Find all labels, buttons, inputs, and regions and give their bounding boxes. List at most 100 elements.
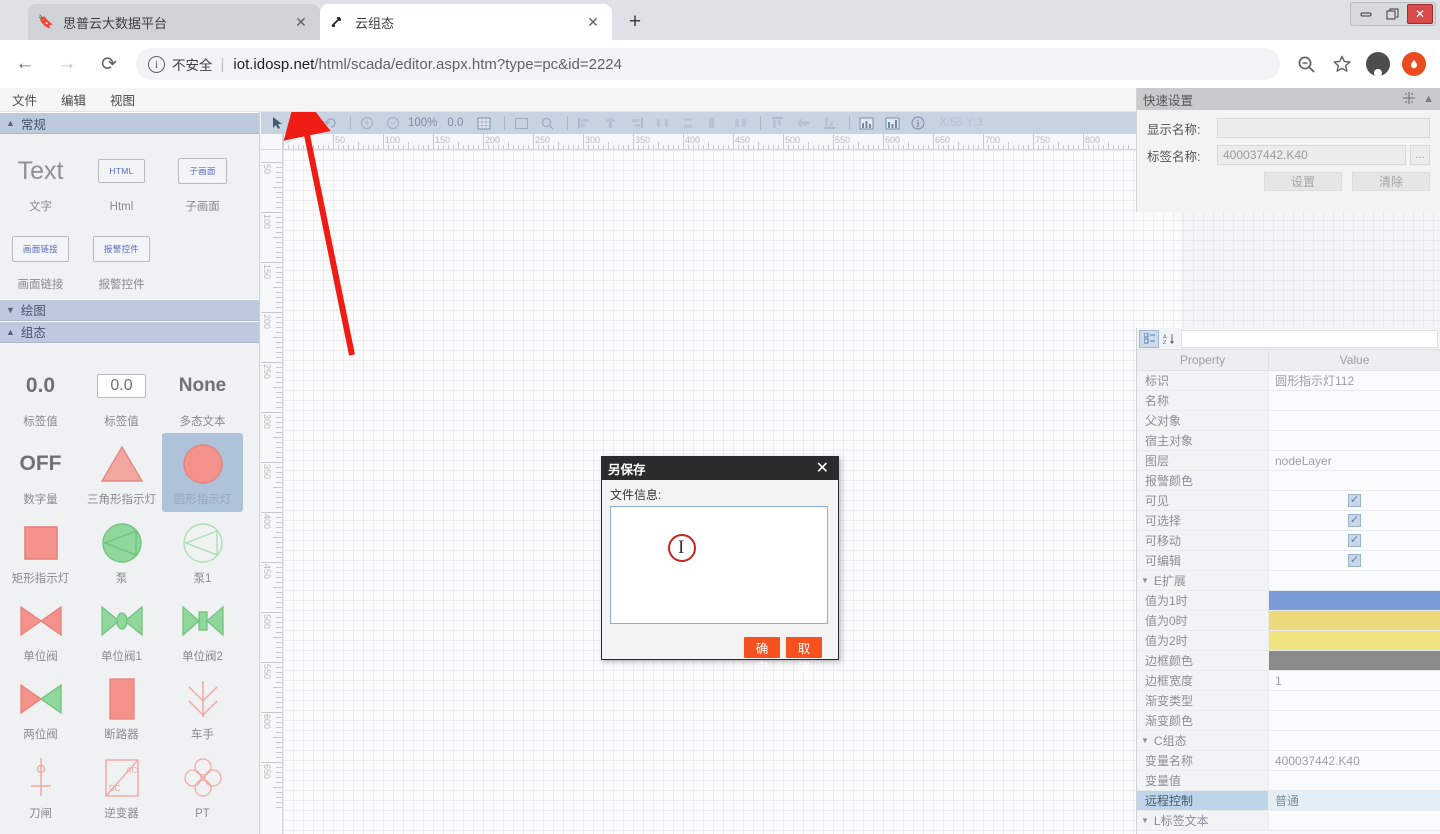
zoom-in-icon[interactable]: + [356, 114, 378, 132]
property-row[interactable]: 值为2时 [1137, 631, 1440, 651]
pointer-icon[interactable] [267, 114, 289, 132]
chart2-icon[interactable] [881, 114, 903, 132]
palette-item-unit-valve[interactable]: 单位阀 [0, 590, 81, 668]
property-row[interactable]: 变量值 [1137, 771, 1440, 791]
palette-item-pump[interactable]: 泵 [81, 512, 162, 590]
palette-item-unit-valve1[interactable]: 单位阀1 [81, 590, 162, 668]
new-tab-button[interactable]: + [620, 8, 650, 36]
color-swatch[interactable] [1269, 631, 1440, 650]
property-value[interactable] [1269, 771, 1440, 790]
property-row[interactable]: 值为0时 [1137, 611, 1440, 631]
palette-item-alarm-widget[interactable]: 报警控件 报警控件 [81, 218, 162, 296]
property-value[interactable]: nodeLayer [1269, 451, 1440, 470]
property-row[interactable]: 宿主对象 [1137, 431, 1440, 451]
palette-item-knife-switch[interactable]: 刀闸 [0, 747, 81, 825]
cut-icon[interactable] [510, 114, 532, 132]
palette-item-triangle-lamp[interactable]: 三角形指示灯 [81, 433, 162, 511]
palette-section-general[interactable]: ▲ 常规 [0, 112, 259, 134]
chevron-down-icon[interactable]: ▼ [1141, 576, 1149, 585]
property-value[interactable]: 1 [1269, 671, 1440, 690]
window-minimize-button[interactable] [1353, 4, 1379, 24]
clear-settings-button[interactable]: 清除 [1352, 172, 1430, 191]
property-row[interactable]: 图层nodeLayer [1137, 451, 1440, 471]
property-row[interactable]: ▼L标签文本 [1137, 811, 1440, 831]
palette-item-multistate-text[interactable]: None 多态文本 [162, 355, 243, 433]
property-value[interactable]: 普通 [1269, 791, 1440, 810]
palette-item-text[interactable]: Text 文字 [0, 140, 81, 218]
property-value[interactable] [1269, 591, 1440, 610]
property-value[interactable] [1269, 411, 1440, 430]
palette-item-rect-lamp[interactable]: 矩形指示灯 [0, 512, 81, 590]
palette-item-digital[interactable]: OFF 数字量 [0, 433, 81, 511]
align-left-icon[interactable] [573, 114, 595, 132]
palette-item-subscreen[interactable]: 子画面 子画面 [162, 140, 243, 218]
menu-item-view[interactable]: 视图 [98, 90, 147, 109]
address-bar[interactable]: i 不安全 | iot.idosp.net /html/scada/editor… [136, 48, 1280, 80]
palette-section-drawing[interactable]: ▼ 绘图 [0, 299, 259, 321]
display-name-input[interactable] [1217, 118, 1430, 138]
ungroup-icon[interactable] [729, 114, 751, 132]
color-swatch[interactable] [1269, 651, 1440, 670]
browser-tab-2[interactable]: 云组态 ✕ [320, 4, 612, 40]
property-value[interactable] [1269, 391, 1440, 410]
property-row[interactable]: 渐变颜色 [1137, 711, 1440, 731]
browser-tab-1[interactable]: 🔖 思普云大数据平台 ✕ [28, 4, 320, 40]
tag-name-input[interactable]: 400037442.K40 [1217, 145, 1406, 165]
property-value[interactable] [1269, 811, 1440, 830]
checkbox-checked-icon[interactable]: ✓ [1348, 514, 1361, 527]
undo-icon[interactable] [319, 114, 341, 132]
property-value[interactable]: 圆形指示灯112 [1269, 371, 1440, 390]
reload-icon[interactable]: ⟳ [92, 47, 126, 81]
bookmark-star-icon[interactable] [1326, 48, 1358, 80]
align-bottom-icon[interactable] [818, 114, 840, 132]
property-row[interactable]: 边框颜色 [1137, 651, 1440, 671]
info-icon[interactable]: i [907, 114, 929, 132]
palette-item-unit-valve2[interactable]: 单位阀2 [162, 590, 243, 668]
align-center-icon[interactable] [599, 114, 621, 132]
property-row[interactable]: 值为1时 [1137, 591, 1440, 611]
search-icon[interactable] [536, 114, 558, 132]
property-value[interactable]: 400037442.K40 [1269, 751, 1440, 770]
chevron-down-icon[interactable]: ▼ [1141, 736, 1149, 745]
palette-item-pump1[interactable]: 泵1 [162, 512, 243, 590]
property-row[interactable]: ▼E扩展 [1137, 571, 1440, 591]
property-row[interactable]: ▼C组态 [1137, 731, 1440, 751]
extension-icon[interactable] [1398, 48, 1430, 80]
palette-item-arrow-down[interactable]: 车手 [162, 668, 243, 746]
property-value[interactable]: ✓ [1269, 531, 1440, 550]
palette-section-scada[interactable]: ▲ 组态 [0, 321, 259, 343]
property-value[interactable] [1269, 731, 1440, 750]
browser-tab-1-close-icon[interactable]: ✕ [292, 13, 310, 31]
property-row[interactable]: 远程控制普通 [1137, 791, 1440, 811]
property-value[interactable] [1269, 691, 1440, 710]
tag-picker-button[interactable]: ... [1410, 145, 1430, 165]
menu-item-file[interactable]: 文件 [0, 90, 49, 109]
browser-tab-2-close-icon[interactable]: ✕ [584, 13, 602, 31]
property-value[interactable] [1269, 631, 1440, 650]
close-icon[interactable]: ✕ [813, 461, 832, 477]
checkbox-checked-icon[interactable]: ✓ [1348, 534, 1361, 547]
property-value[interactable] [1269, 571, 1440, 590]
property-value[interactable] [1269, 711, 1440, 730]
color-swatch[interactable] [1269, 591, 1440, 610]
property-row[interactable]: 可选择✓ [1137, 511, 1440, 531]
property-row[interactable]: 父对象 [1137, 411, 1440, 431]
save-icon[interactable] [293, 114, 315, 132]
zoom-out-icon[interactable]: − [382, 114, 404, 132]
sort-az-icon[interactable]: AZ [1159, 330, 1179, 348]
property-filter-input[interactable] [1181, 330, 1438, 348]
back-icon[interactable]: ← [8, 47, 42, 81]
property-row[interactable]: 可编辑✓ [1137, 551, 1440, 571]
grid-icon[interactable] [473, 114, 495, 132]
collapse-caret-icon[interactable]: ▲ [1423, 93, 1434, 105]
cancel-button[interactable]: 取消 [786, 637, 822, 658]
palette-item-html[interactable]: HTML Html [81, 140, 162, 218]
property-row[interactable]: 报警颜色 [1137, 471, 1440, 491]
palette-item-pt[interactable]: PT [162, 747, 243, 825]
palette-item-tag-value-box[interactable]: 0.0 标签值 [81, 355, 162, 433]
property-value[interactable] [1269, 611, 1440, 630]
palette-item-tag-value[interactable]: 0.0 标签值 [0, 355, 81, 433]
align-top-icon[interactable] [766, 114, 788, 132]
align-right-icon[interactable] [625, 114, 647, 132]
window-restore-button[interactable] [1380, 4, 1406, 24]
